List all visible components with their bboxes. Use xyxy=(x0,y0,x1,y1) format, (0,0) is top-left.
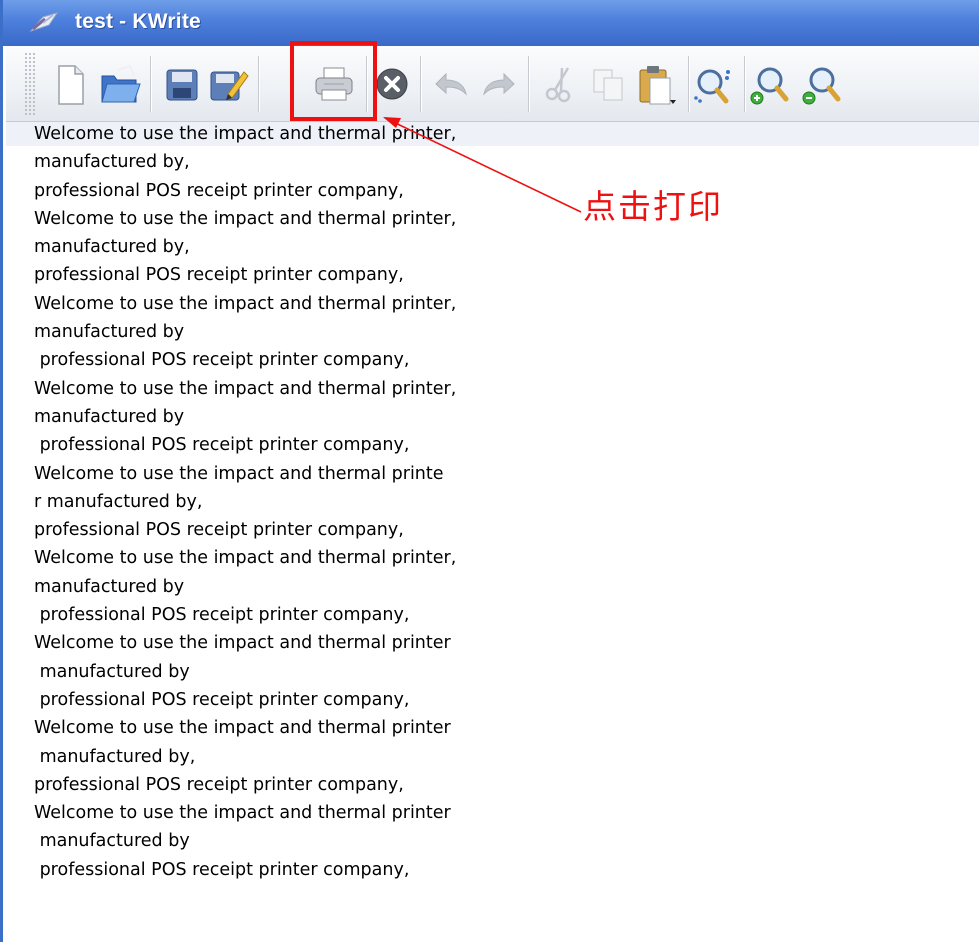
undo-arrow-icon xyxy=(435,72,467,96)
cut-button[interactable] xyxy=(538,60,582,108)
text-line[interactable]: Welcome to use the impact and thermal pr… xyxy=(34,375,456,403)
text-line[interactable]: manufactured by xyxy=(34,573,456,601)
toolbar-separator xyxy=(420,56,422,112)
print-highlight-box xyxy=(290,41,377,121)
redo-arrow-icon xyxy=(483,72,515,96)
save-as-button[interactable] xyxy=(206,60,250,108)
text-line[interactable]: manufactured by, xyxy=(34,148,456,176)
zoom-out-icon xyxy=(802,67,841,105)
kwrite-window: test - KWrite Welcome to use the impact … xyxy=(0,0,979,942)
document-text[interactable]: Welcome to use the impact and thermal pr… xyxy=(34,120,456,884)
text-line[interactable]: manufactured by, xyxy=(34,233,456,261)
floppy-disk-icon xyxy=(166,69,198,101)
copy-icon xyxy=(593,69,623,101)
text-line[interactable]: professional POS receipt printer company… xyxy=(34,431,456,459)
text-line[interactable]: professional POS receipt printer company… xyxy=(34,261,456,289)
text-line[interactable]: professional POS receipt printer company… xyxy=(34,771,456,799)
text-line[interactable]: Welcome to use the impact and thermal pr… xyxy=(34,460,456,488)
text-line[interactable]: professional POS receipt printer company… xyxy=(34,686,456,714)
toolbar-separator xyxy=(528,56,530,112)
kwrite-quill-icon[interactable] xyxy=(29,11,59,35)
text-line[interactable]: professional POS receipt printer company… xyxy=(34,516,456,544)
toolbar-separator xyxy=(150,56,152,112)
open-folder-icon xyxy=(101,64,141,103)
text-line[interactable]: manufactured by xyxy=(34,403,456,431)
zoom-out-button[interactable] xyxy=(800,60,844,108)
paste-button[interactable] xyxy=(634,60,678,108)
text-line[interactable]: professional POS receipt printer company… xyxy=(34,177,456,205)
text-line[interactable]: Welcome to use the impact and thermal pr… xyxy=(34,544,456,572)
toolbar-separator xyxy=(744,56,746,112)
save-as-icon xyxy=(210,71,249,101)
text-line[interactable]: Welcome to use the impact and thermal pr… xyxy=(34,205,456,233)
window-title: test - KWrite xyxy=(75,10,201,33)
redo-button[interactable] xyxy=(478,60,522,108)
text-line[interactable]: Welcome to use the impact and thermal pr… xyxy=(34,629,456,657)
clipboard-icon xyxy=(639,66,676,105)
text-line[interactable]: professional POS receipt printer company… xyxy=(34,856,456,884)
text-line[interactable]: manufactured by xyxy=(34,827,456,855)
text-line[interactable]: manufactured by xyxy=(34,318,456,346)
open-button[interactable] xyxy=(98,60,142,108)
find-button[interactable] xyxy=(690,60,734,108)
undo-button[interactable] xyxy=(428,60,472,108)
text-line[interactable]: r manufactured by, xyxy=(34,488,456,516)
scissors-icon xyxy=(545,67,571,103)
text-line[interactable]: manufactured by xyxy=(34,658,456,686)
zoom-in-icon xyxy=(750,67,789,105)
toolbar-grip[interactable] xyxy=(24,52,36,116)
text-line[interactable]: professional POS receipt printer company… xyxy=(34,346,456,374)
text-line[interactable]: Welcome to use the impact and thermal pr… xyxy=(34,120,456,148)
text-line[interactable]: Welcome to use the impact and thermal pr… xyxy=(34,799,456,827)
toolbar-separator xyxy=(258,56,260,112)
text-line[interactable]: Welcome to use the impact and thermal pr… xyxy=(34,714,456,742)
text-line[interactable]: Welcome to use the impact and thermal pr… xyxy=(34,290,456,318)
text-editor-area[interactable]: Welcome to use the impact and thermal pr… xyxy=(6,122,979,942)
copy-button[interactable] xyxy=(586,60,630,108)
main-toolbar xyxy=(6,46,979,122)
zoom-in-button[interactable] xyxy=(748,60,792,108)
text-line[interactable]: professional POS receipt printer company… xyxy=(34,601,456,629)
new-document-icon xyxy=(58,65,84,105)
click-to-print-annotation: 点击打印 xyxy=(583,187,723,226)
new-document-button[interactable] xyxy=(48,60,92,108)
find-magnifier-icon xyxy=(694,69,730,104)
text-line[interactable]: manufactured by, xyxy=(34,743,456,771)
save-button[interactable] xyxy=(160,60,204,108)
title-bar[interactable]: test - KWrite xyxy=(3,0,979,46)
